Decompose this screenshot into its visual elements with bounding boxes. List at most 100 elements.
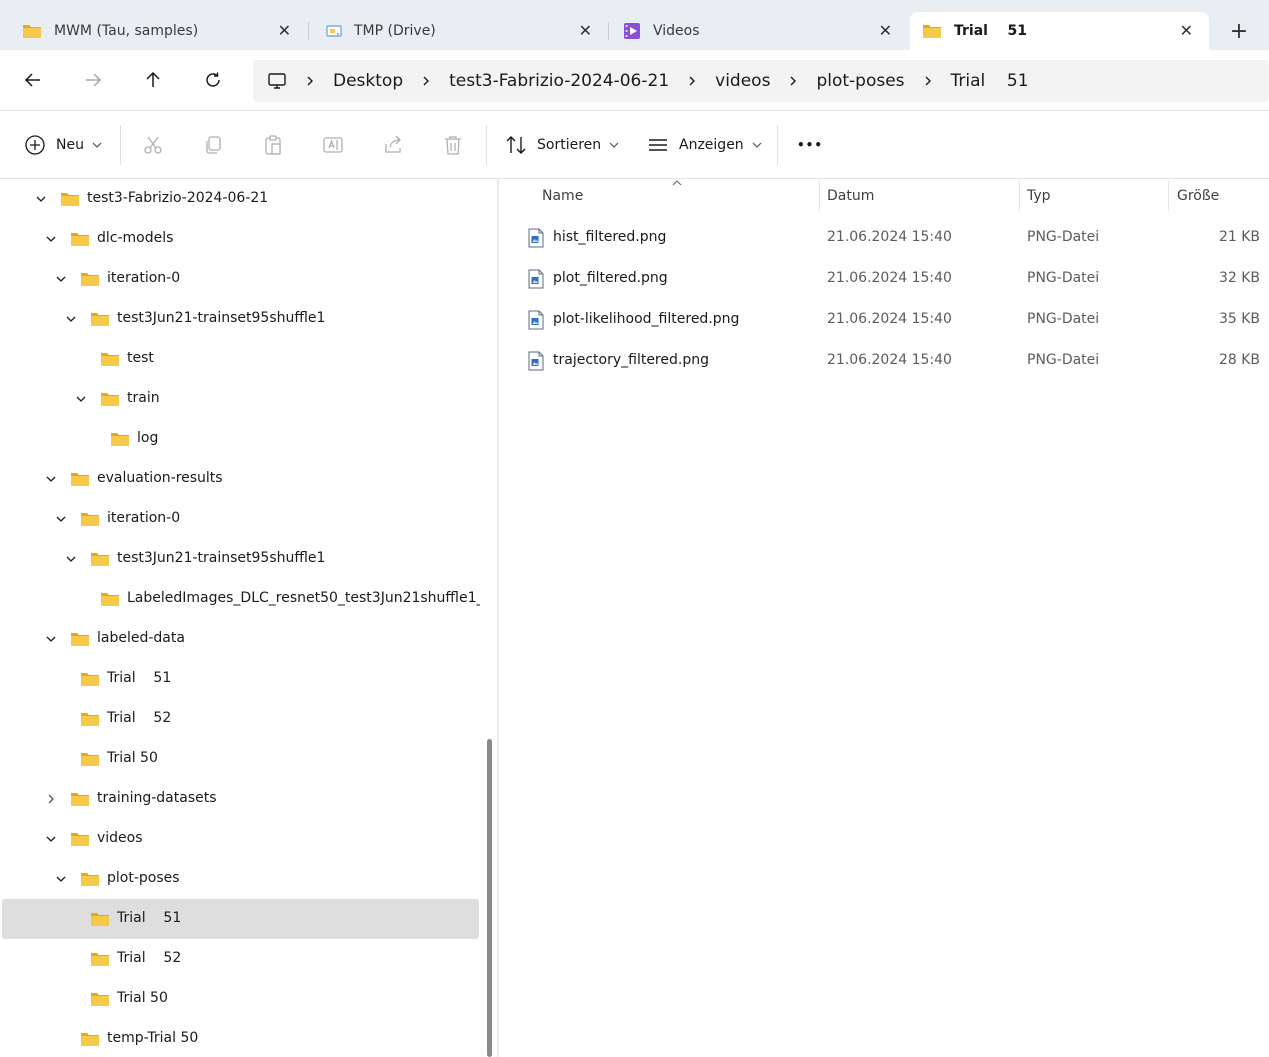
chevron-down-icon[interactable] (64, 312, 78, 326)
address-bar[interactable]: Desktop test3-Fabrizio-2024-06-21 videos… (253, 60, 1269, 102)
chevron-down-icon (752, 142, 762, 148)
chevron-down-icon[interactable] (54, 272, 68, 286)
tree-item[interactable]: Trial 52 (2, 939, 479, 979)
file-row[interactable]: trajectory_filtered.png 21.06.2024 15:40 P… (499, 340, 1269, 381)
tree-item[interactable]: plot-poses (2, 859, 479, 899)
breadcrumb-videos[interactable]: videos (715, 71, 770, 91)
chevron-down-icon[interactable] (44, 232, 58, 246)
drive-icon (326, 25, 342, 37)
close-tab-icon[interactable]: ✕ (1180, 22, 1193, 40)
folder-icon (70, 831, 90, 847)
new-button-label: Neu (56, 137, 84, 153)
tree-item[interactable]: Trial 50 (2, 739, 479, 779)
file-list: Name Datum Typ Größe hist_filtered.png 21… (499, 179, 1269, 1057)
sort-icon (506, 136, 526, 154)
column-divider[interactable] (1019, 181, 1020, 211)
tree-item[interactable]: labeled-data (2, 619, 479, 659)
chevron-down-icon[interactable] (44, 632, 58, 646)
toolbar-divider (120, 125, 121, 165)
scissors-icon (144, 136, 162, 154)
chevron-right-icon (305, 75, 315, 87)
tree-item[interactable]: Trial 51 (2, 659, 479, 699)
file-row[interactable]: plot-likelihood_filtered.png 21.06.2024 1… (499, 299, 1269, 340)
chevron-down-icon[interactable] (44, 832, 58, 846)
tree-item[interactable]: iteration-0 (2, 499, 479, 539)
breadcrumb-plot-poses[interactable]: plot-poses (816, 71, 904, 91)
chevron-right-icon[interactable] (44, 792, 58, 806)
breadcrumb-project[interactable]: test3-Fabrizio-2024-06-21 (449, 71, 669, 91)
tree-item-label: LabeledImages_DLC_resnet50_test3Jun21shu… (127, 590, 497, 606)
tree-item[interactable]: test3-Fabrizio-2024-06-21 (2, 179, 479, 219)
tree-item[interactable]: temp-Trial 50 (2, 1019, 479, 1057)
tree-item[interactable]: test3Jun21-trainset95shuffle1 (2, 539, 479, 579)
tree-item[interactable]: LabeledImages_DLC_resnet50_test3Jun21shu… (2, 579, 497, 619)
tab-trial-51[interactable]: Trial 51 ✕ (910, 12, 1209, 50)
chevron-down-icon[interactable] (34, 192, 48, 206)
paste-button[interactable] (261, 133, 285, 157)
arrow-right-icon (86, 73, 102, 87)
close-tab-icon[interactable]: ✕ (879, 22, 892, 40)
tree-item[interactable]: dlc-models (2, 219, 479, 259)
breadcrumb-desktop[interactable]: Desktop (333, 71, 403, 91)
new-button[interactable]: Neu (24, 130, 102, 160)
tree-item[interactable]: train (2, 379, 479, 419)
tree-item[interactable]: iteration-0 (2, 259, 479, 299)
tree-item-label: Trial 51 (117, 910, 182, 926)
column-header-name[interactable]: Name (542, 179, 583, 212)
tree-item-label: log (137, 430, 159, 446)
breadcrumb-trial-51[interactable]: Trial 51 (951, 71, 1029, 91)
folder-icon (70, 791, 90, 807)
sort-button[interactable]: Sortieren (505, 130, 619, 160)
chevron-down-icon[interactable] (74, 392, 88, 406)
tab-videos[interactable]: Videos ✕ (609, 12, 908, 50)
column-header-size[interactable]: Größe (1177, 179, 1219, 212)
view-button-label: Anzeigen (679, 137, 744, 153)
chevron-down-icon[interactable] (54, 512, 68, 526)
column-header-type[interactable]: Typ (1027, 179, 1051, 212)
tree-item[interactable]: log (2, 419, 479, 459)
folder-icon (923, 25, 941, 38)
scrollbar-thumb[interactable] (487, 739, 492, 1057)
more-options-button[interactable]: ••• (797, 130, 823, 160)
copy-button[interactable] (201, 133, 225, 157)
chevron-down-icon[interactable] (44, 472, 58, 486)
close-tab-icon[interactable]: ✕ (579, 22, 592, 40)
cut-button[interactable] (141, 133, 165, 157)
folder-icon (70, 231, 90, 247)
tree-item[interactable]: training-datasets (2, 779, 479, 819)
clipboard-icon (265, 135, 281, 155)
tree-item[interactable]: evaluation-results (2, 459, 479, 499)
rename-button[interactable] (321, 133, 345, 157)
file-row[interactable]: hist_filtered.png 21.06.2024 15:40 PNG-Dat… (499, 217, 1269, 258)
file-row[interactable]: plot_filtered.png 21.06.2024 15:40 PNG-Dat… (499, 258, 1269, 299)
chevron-right-icon (421, 75, 431, 87)
column-header-size-label: Größe (1177, 187, 1220, 204)
delete-button[interactable] (441, 133, 465, 157)
tree-item[interactable]: Trial 51 (2, 899, 479, 939)
tree-item[interactable]: test3Jun21-trainset95shuffle1 (2, 299, 479, 339)
chevron-down-icon[interactable] (54, 872, 68, 886)
chevron-down-icon[interactable] (64, 552, 78, 566)
folder-icon (80, 711, 100, 727)
tree-item[interactable]: test (2, 339, 479, 379)
back-button[interactable] (18, 65, 48, 95)
column-divider[interactable] (1168, 181, 1169, 211)
file-date: 21.06.2024 15:40 (827, 352, 952, 368)
tree-item[interactable]: videos (2, 819, 479, 859)
forward-button[interactable] (78, 65, 108, 95)
up-button[interactable] (138, 65, 168, 95)
tree-item[interactable]: Trial 50 (2, 979, 479, 1019)
tree-item[interactable]: Trial 52 (2, 699, 479, 739)
refresh-button[interactable] (198, 65, 228, 95)
view-button[interactable]: Anzeigen (647, 130, 762, 160)
folder-icon (80, 511, 100, 527)
file-name: trajectory_filtered.png (553, 352, 709, 368)
close-tab-icon[interactable]: ✕ (278, 22, 291, 40)
file-size: 32 KB (1218, 270, 1260, 286)
new-tab-button[interactable]: + (1222, 18, 1256, 46)
column-divider[interactable] (819, 181, 820, 211)
tab-tmp-drive[interactable]: TMP (Drive) ✕ (309, 12, 608, 50)
tab-mwm[interactable]: MWM (Tau, samples) ✕ (0, 12, 307, 50)
column-header-date[interactable]: Datum (827, 179, 874, 212)
share-button[interactable] (381, 133, 405, 157)
